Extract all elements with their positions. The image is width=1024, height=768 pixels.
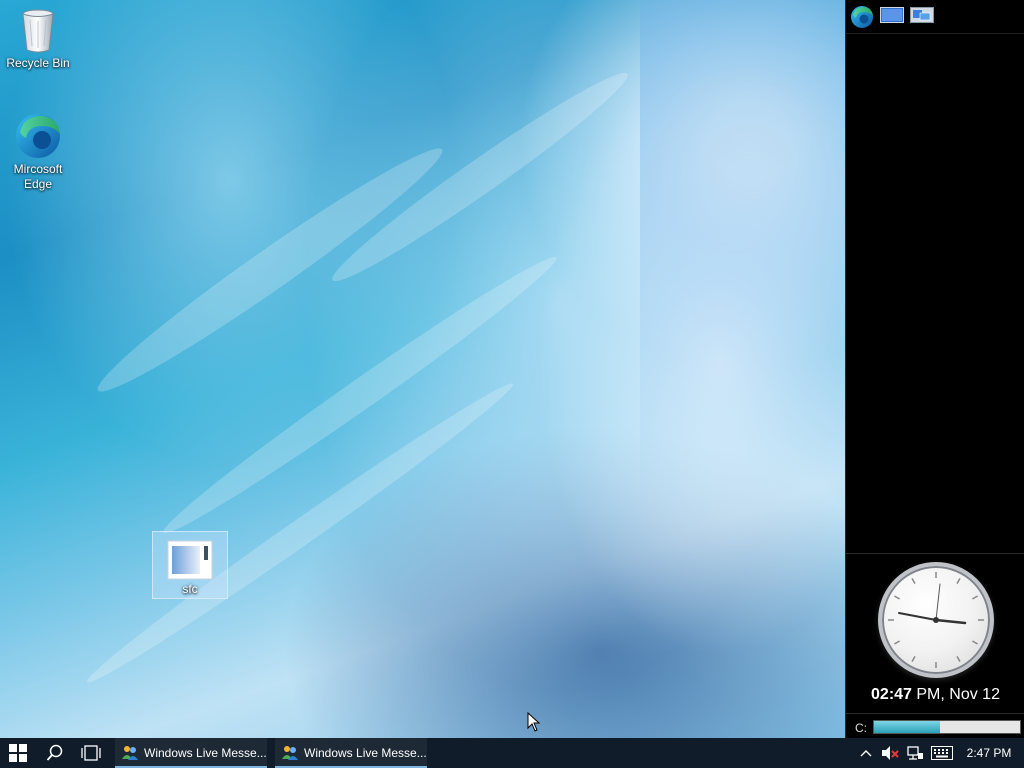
windows-logo-icon (9, 744, 27, 762)
window-app-icon (167, 540, 213, 580)
sidebar-edge-button[interactable] (850, 5, 874, 28)
task-label: Windows Live Messe... (304, 746, 427, 760)
desktop-icon-sfc[interactable]: sfc (152, 531, 228, 599)
start-button[interactable] (0, 738, 36, 768)
analog-clock-gadget[interactable] (878, 562, 994, 678)
desktop-icon-edge[interactable]: Mircosoft Edge (0, 112, 76, 192)
messenger-icon (122, 746, 138, 760)
messenger-icon (282, 746, 298, 760)
show-desktop-button[interactable] (880, 5, 904, 27)
network-button[interactable] (903, 738, 927, 768)
desktop-icon-label: Recycle Bin (6, 56, 70, 70)
taskbar-clock[interactable]: 2:47 PM (958, 738, 1020, 768)
clock-digital-readout: 02:47 PM, Nov 12 (846, 686, 1024, 704)
mouse-pointer-icon (527, 712, 541, 732)
touch-keyboard-button[interactable] (928, 738, 956, 768)
sidebar-divider (846, 553, 1024, 554)
wallpaper-streak (322, 59, 638, 295)
task-view-icon (81, 745, 101, 761)
drive-usage-fill (874, 721, 940, 733)
sidebar-toolbar (846, 0, 1024, 34)
clock-ampm-date: PM, Nov 12 (911, 686, 1000, 703)
sidebar-divider (846, 713, 1024, 714)
desktop-icon-label: Mircosoft Edge (13, 162, 63, 191)
network-icon (907, 746, 923, 760)
switch-windows-button[interactable] (910, 5, 934, 27)
taskbar-window-messenger-2[interactable]: Windows Live Messe... (275, 738, 427, 768)
search-button[interactable] (38, 738, 72, 768)
desktop-icon-recycle-bin[interactable]: Recycle Bin (0, 6, 76, 71)
desktop-icon-label: sfc (182, 582, 198, 596)
taskbar: Windows Live Messe... Windows Live Messe… (0, 738, 1024, 768)
edge-icon (851, 6, 873, 28)
task-view-button[interactable] (74, 738, 108, 768)
desktop-sidebar: 02:47 PM, Nov 12 C: (845, 0, 1024, 738)
tray-overflow-button[interactable] (855, 738, 877, 768)
clock-face-icon (888, 572, 984, 668)
drive-label: C: (855, 721, 867, 735)
switch-windows-icon (910, 7, 934, 23)
task-label: Windows Live Messe... (144, 746, 267, 760)
wallpaper-sky (640, 0, 845, 520)
edge-icon (16, 114, 60, 158)
chevron-up-icon (860, 750, 872, 757)
show-desktop-icon (880, 7, 904, 23)
drive-usage-meter[interactable] (873, 720, 1021, 734)
taskbar-window-messenger-1[interactable]: Windows Live Messe... (115, 738, 267, 768)
recycle-bin-icon (22, 9, 54, 53)
volume-button[interactable] (878, 738, 902, 768)
search-icon (46, 744, 63, 761)
desktop-wallpaper[interactable] (0, 0, 845, 738)
clock-hour-min: 02:47 (871, 686, 912, 703)
volume-muted-icon (882, 746, 899, 760)
keyboard-icon (931, 746, 953, 760)
